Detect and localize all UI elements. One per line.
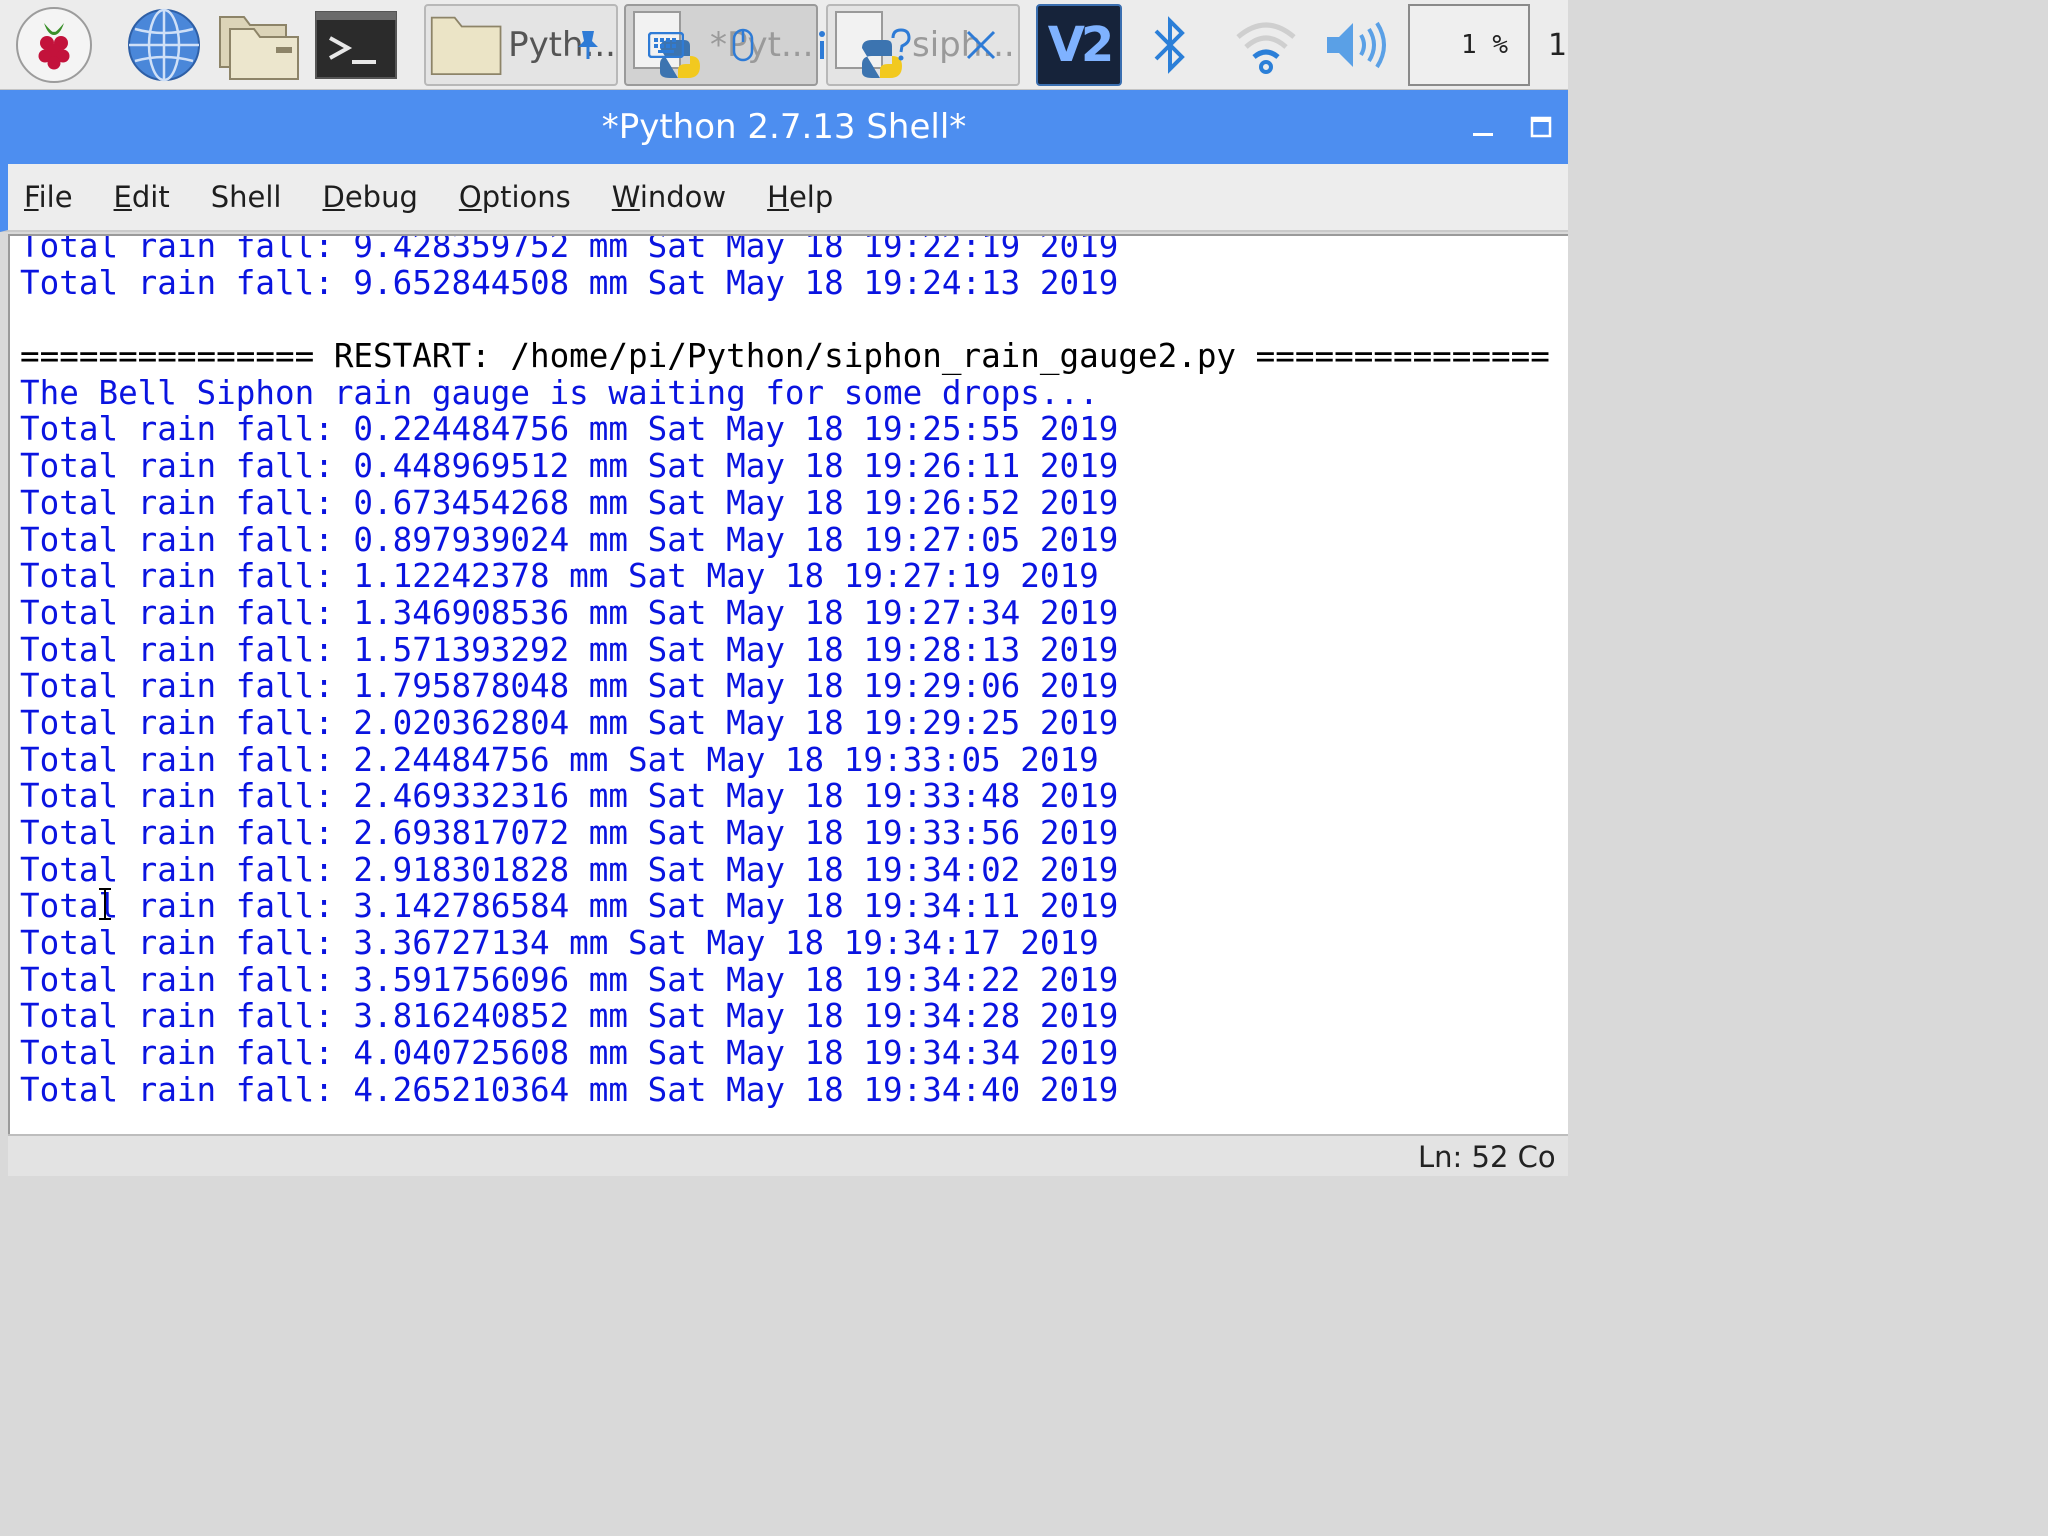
mouse-icon	[732, 28, 754, 62]
output-line: Total rain fall: 2.020362804 mm Sat May …	[20, 703, 1119, 742]
menu-shell[interactable]: Shell	[207, 176, 286, 218]
web-browser-button[interactable]	[120, 4, 208, 86]
cpu-usage-text: 1 %	[1461, 30, 1508, 60]
output-line: Total rain fall: 9.428359752 mm Sat May …	[20, 234, 1119, 265]
output-line: The Bell Siphon rain gauge is waiting fo…	[20, 373, 1099, 412]
pin-button[interactable]	[572, 4, 604, 86]
info-icon	[819, 31, 825, 59]
cpu-monitor: 1 %	[1408, 4, 1530, 86]
output-line: Total rain fall: 0.448969512 mm Sat May …	[20, 447, 1119, 486]
mouse-button[interactable]	[728, 4, 758, 86]
close-overlay-button[interactable]	[960, 4, 1002, 86]
shell-output: Total rain fall: 9.428359752 mm Sat May …	[20, 234, 1550, 1109]
keyboard-icon	[648, 32, 684, 58]
menu-edit[interactable]: Edit	[110, 176, 174, 218]
raspberry-menu-button[interactable]	[10, 4, 98, 86]
minimize-icon	[1473, 133, 1493, 136]
output-line: Total rain fall: 9.652844508 mm Sat May …	[20, 263, 1119, 302]
output-line: Total rain fall: 2.918301828 mm Sat May …	[20, 850, 1119, 889]
menu-help[interactable]: Help	[763, 176, 837, 218]
vnc-server-button[interactable]: V2	[1036, 4, 1122, 86]
menu-debug[interactable]: Debug	[318, 176, 421, 218]
web-browser-icon	[128, 8, 200, 82]
clock-text: 1	[1548, 27, 1568, 63]
pin-icon	[578, 31, 598, 59]
menu-window[interactable]: Window	[608, 176, 730, 218]
output-line: Total rain fall: 3.36727134 mm Sat May 1…	[20, 924, 1099, 963]
output-line: Total rain fall: 1.346908536 mm Sat May …	[20, 593, 1119, 632]
output-line: Total rain fall: 1.795878048 mm Sat May …	[20, 667, 1119, 706]
wifi-button[interactable]	[1226, 4, 1306, 86]
help-button[interactable]	[884, 4, 918, 86]
taskbar: Pyth... *Pyt... siph... V2 1 % 1	[0, 0, 1568, 90]
clock[interactable]: 1	[1548, 4, 1568, 86]
cursor-position: Ln: 52 Co	[1418, 1140, 1556, 1174]
menu-file[interactable]: File	[20, 176, 77, 218]
keyboard-button[interactable]	[646, 4, 686, 86]
output-line: Total rain fall: 3.816240852 mm Sat May …	[20, 997, 1119, 1036]
output-line: Total rain fall: 4.265210364 mm Sat May …	[20, 1070, 1119, 1109]
menu-bar: File Edit Shell Debug Options Window Hel…	[0, 164, 1568, 232]
status-bar: Ln: 52 Co	[8, 1134, 1568, 1176]
output-line: Total rain fall: 2.24484756 mm Sat May 1…	[20, 740, 1099, 779]
output-line: Total rain fall: 4.040725608 mm Sat May …	[20, 1034, 1119, 1073]
output-line: Total rain fall: 2.693817072 mm Sat May …	[20, 814, 1119, 852]
output-line: Total rain fall: 1.12242378 mm Sat May 1…	[20, 557, 1099, 596]
shell-text-area[interactable]: Total rain fall: 9.428359752 mm Sat May …	[8, 234, 1568, 1134]
output-line: Total rain fall: 0.224484756 mm Sat May …	[20, 410, 1119, 449]
window-titlebar[interactable]: *Python 2.7.13 Shell*	[0, 90, 1568, 164]
volume-button[interactable]	[1316, 4, 1396, 86]
file-manager-button[interactable]	[215, 4, 303, 86]
terminal-icon	[315, 11, 397, 79]
vnc-icon: V2	[1047, 17, 1115, 73]
output-line: Total rain fall: 1.571393292 mm Sat May …	[20, 630, 1119, 669]
volume-icon	[1327, 21, 1386, 69]
output-line: Total rain fall: 3.142786584 mm Sat May …	[20, 887, 1119, 926]
maximize-button[interactable]	[1516, 90, 1566, 164]
help-icon	[891, 28, 911, 61]
maximize-icon	[1530, 116, 1552, 138]
window-title: *Python 2.7.13 Shell*	[601, 107, 967, 147]
text-cursor-icon	[99, 888, 111, 920]
minimize-button[interactable]	[1458, 90, 1508, 164]
raspberry-menu-icon	[16, 7, 92, 83]
wifi-icon	[1236, 22, 1296, 74]
bluetooth-button[interactable]	[1130, 4, 1210, 86]
close-icon	[966, 30, 996, 60]
info-button[interactable]	[812, 4, 832, 86]
task-label: *Pyt...	[710, 25, 814, 65]
menu-options[interactable]: Options	[455, 176, 575, 218]
restart-banner-line: =============== RESTART: /home/pi/Python…	[20, 337, 1550, 376]
folder-icon	[430, 16, 502, 75]
output-line: Total rain fall: 3.591756096 mm Sat May …	[20, 960, 1119, 999]
bluetooth-icon	[1154, 16, 1185, 74]
file-manager-icon	[219, 16, 299, 80]
output-line: Total rain fall: 0.897939024 mm Sat May …	[20, 520, 1119, 559]
output-line: Total rain fall: 0.673454268 mm Sat May …	[20, 483, 1119, 522]
terminal-button[interactable]	[312, 4, 400, 86]
output-line: Total rain fall: 2.469332316 mm Sat May …	[20, 777, 1119, 816]
